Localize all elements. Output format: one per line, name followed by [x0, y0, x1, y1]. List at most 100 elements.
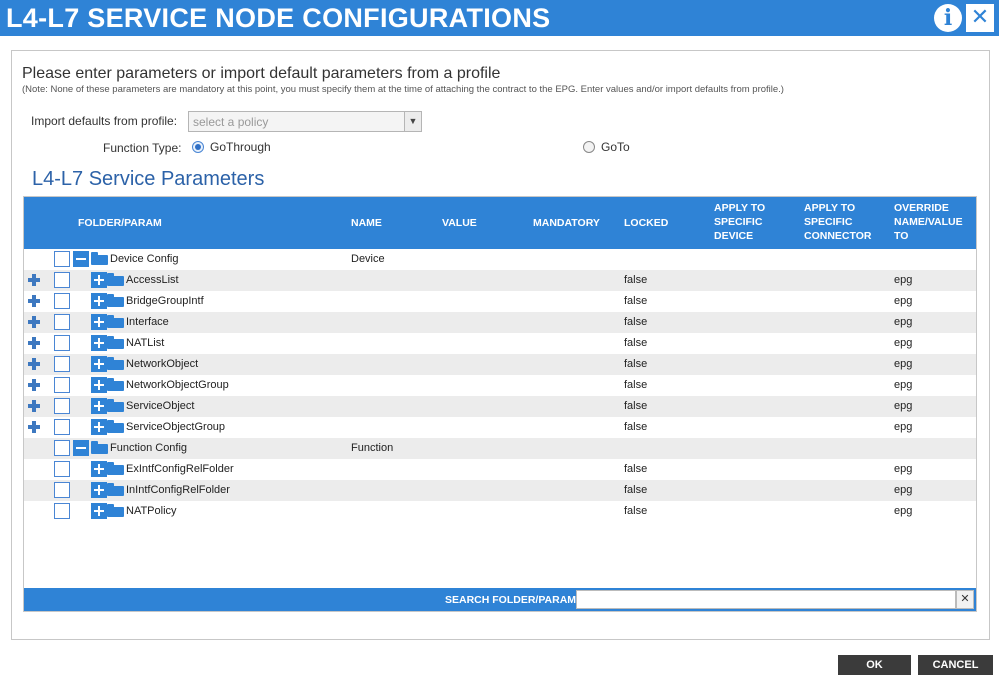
- row-checkbox[interactable]: [54, 461, 70, 477]
- col-apply-connector-line2: SPECIFIC: [804, 216, 853, 228]
- row-checkbox[interactable]: [54, 314, 70, 330]
- radio-gothrough-label: GoThrough: [210, 140, 271, 154]
- expand-icon[interactable]: [91, 503, 107, 519]
- folder-icon: [91, 252, 108, 265]
- folder-icon: [107, 504, 124, 517]
- profile-select[interactable]: select a policy ▼: [188, 111, 422, 132]
- folder-icon: [107, 462, 124, 475]
- expand-icon[interactable]: [91, 377, 107, 393]
- table-row[interactable]: BridgeGroupIntf false epg: [24, 291, 976, 312]
- table-row[interactable]: Device Config Device: [24, 249, 976, 270]
- expand-icon[interactable]: [91, 482, 107, 498]
- row-locked: false: [624, 316, 648, 328]
- row-checkbox[interactable]: [54, 377, 70, 393]
- radio-gothrough-button[interactable]: [192, 141, 204, 153]
- row-label: ServiceObjectGroup: [126, 421, 226, 433]
- col-locked[interactable]: LOCKED: [624, 216, 668, 230]
- add-row-icon[interactable]: [27, 273, 41, 287]
- add-row-icon[interactable]: [27, 357, 41, 371]
- table-row[interactable]: NATList false epg: [24, 333, 976, 354]
- col-folder-param[interactable]: FOLDER/PARAM: [78, 216, 162, 230]
- close-icon[interactable]: ✕: [966, 4, 994, 32]
- info-icon[interactable]: i: [934, 4, 962, 32]
- folder-icon: [107, 378, 124, 391]
- clear-search-icon[interactable]: ✕: [956, 590, 974, 609]
- folder-icon: [107, 357, 124, 370]
- row-locked: false: [624, 337, 648, 349]
- add-row-icon[interactable]: [27, 420, 41, 434]
- col-mandatory[interactable]: MANDATORY: [533, 216, 600, 230]
- expand-icon[interactable]: [91, 272, 107, 288]
- row-label: ServiceObject: [126, 400, 195, 412]
- row-override: epg: [894, 400, 913, 412]
- folder-icon: [91, 441, 108, 454]
- table-row[interactable]: ExIntfConfigRelFolder false epg: [24, 459, 976, 480]
- col-name[interactable]: NAME: [351, 216, 382, 230]
- add-row-icon[interactable]: [27, 336, 41, 350]
- add-row-icon[interactable]: [27, 378, 41, 392]
- row-locked: false: [624, 358, 648, 370]
- table-row[interactable]: Interface false epg: [24, 312, 976, 333]
- row-locked: false: [624, 505, 648, 517]
- table-row[interactable]: Function Config Function: [24, 438, 976, 459]
- row-override: epg: [894, 337, 913, 349]
- profile-select-placeholder: select a policy: [193, 115, 269, 129]
- row-checkbox[interactable]: [54, 482, 70, 498]
- col-apply-connector[interactable]: APPLY TO SPECIFIC CONNECTOR: [804, 201, 871, 243]
- configuration-panel: Please enter parameters or import defaul…: [11, 50, 990, 640]
- add-row-icon[interactable]: [27, 399, 41, 413]
- chevron-down-icon[interactable]: ▼: [404, 112, 421, 131]
- radio-goto-button[interactable]: [583, 141, 595, 153]
- table-row[interactable]: NetworkObject false epg: [24, 354, 976, 375]
- row-checkbox[interactable]: [54, 251, 70, 267]
- row-checkbox[interactable]: [54, 293, 70, 309]
- row-locked: false: [624, 274, 648, 286]
- row-checkbox[interactable]: [54, 503, 70, 519]
- collapse-icon[interactable]: [73, 251, 89, 267]
- expand-icon[interactable]: [91, 356, 107, 372]
- col-apply-device[interactable]: APPLY TO SPECIFIC DEVICE: [714, 201, 765, 243]
- title-bar: L4-L7 SERVICE NODE CONFIGURATIONS i ✕: [0, 0, 999, 36]
- table-row[interactable]: NetworkObjectGroup false epg: [24, 375, 976, 396]
- table-row[interactable]: ServiceObject false epg: [24, 396, 976, 417]
- col-value[interactable]: VALUE: [442, 216, 477, 230]
- col-override[interactable]: OVERRIDE NAME/VALUE TO: [894, 201, 963, 243]
- expand-icon[interactable]: [91, 398, 107, 414]
- col-override-line3: TO: [894, 230, 909, 242]
- collapse-icon[interactable]: [73, 440, 89, 456]
- ok-button[interactable]: OK: [838, 655, 911, 675]
- table-body: Device Config Device AccessList false ep…: [24, 249, 976, 522]
- row-label: NATList: [126, 337, 165, 349]
- row-checkbox[interactable]: [54, 440, 70, 456]
- row-locked: false: [624, 400, 648, 412]
- section-title: L4-L7 Service Parameters: [32, 168, 265, 190]
- add-row-icon[interactable]: [27, 315, 41, 329]
- radio-gothrough[interactable]: GoThrough: [192, 140, 271, 154]
- row-checkbox[interactable]: [54, 335, 70, 351]
- add-row-icon[interactable]: [27, 294, 41, 308]
- row-override: epg: [894, 505, 913, 517]
- expand-icon[interactable]: [91, 419, 107, 435]
- row-checkbox[interactable]: [54, 356, 70, 372]
- row-checkbox[interactable]: [54, 272, 70, 288]
- expand-icon[interactable]: [91, 314, 107, 330]
- row-override: epg: [894, 274, 913, 286]
- row-override: epg: [894, 379, 913, 391]
- row-label: Function Config: [110, 442, 188, 454]
- table-row[interactable]: AccessList false epg: [24, 270, 976, 291]
- row-checkbox[interactable]: [54, 419, 70, 435]
- row-checkbox[interactable]: [54, 398, 70, 414]
- table-row[interactable]: ServiceObjectGroup false epg: [24, 417, 976, 438]
- expand-icon[interactable]: [91, 461, 107, 477]
- row-label: InIntfConfigRelFolder: [126, 484, 230, 496]
- table-row[interactable]: InIntfConfigRelFolder false epg: [24, 480, 976, 501]
- search-input[interactable]: [576, 590, 956, 609]
- row-override: epg: [894, 358, 913, 370]
- radio-goto[interactable]: GoTo: [583, 140, 630, 154]
- row-label: AccessList: [126, 274, 179, 286]
- cancel-button[interactable]: CANCEL: [918, 655, 993, 675]
- expand-icon[interactable]: [91, 335, 107, 351]
- expand-icon[interactable]: [91, 293, 107, 309]
- note-text: (Note: None of these parameters are mand…: [22, 84, 784, 95]
- table-row[interactable]: NATPolicy false epg: [24, 501, 976, 522]
